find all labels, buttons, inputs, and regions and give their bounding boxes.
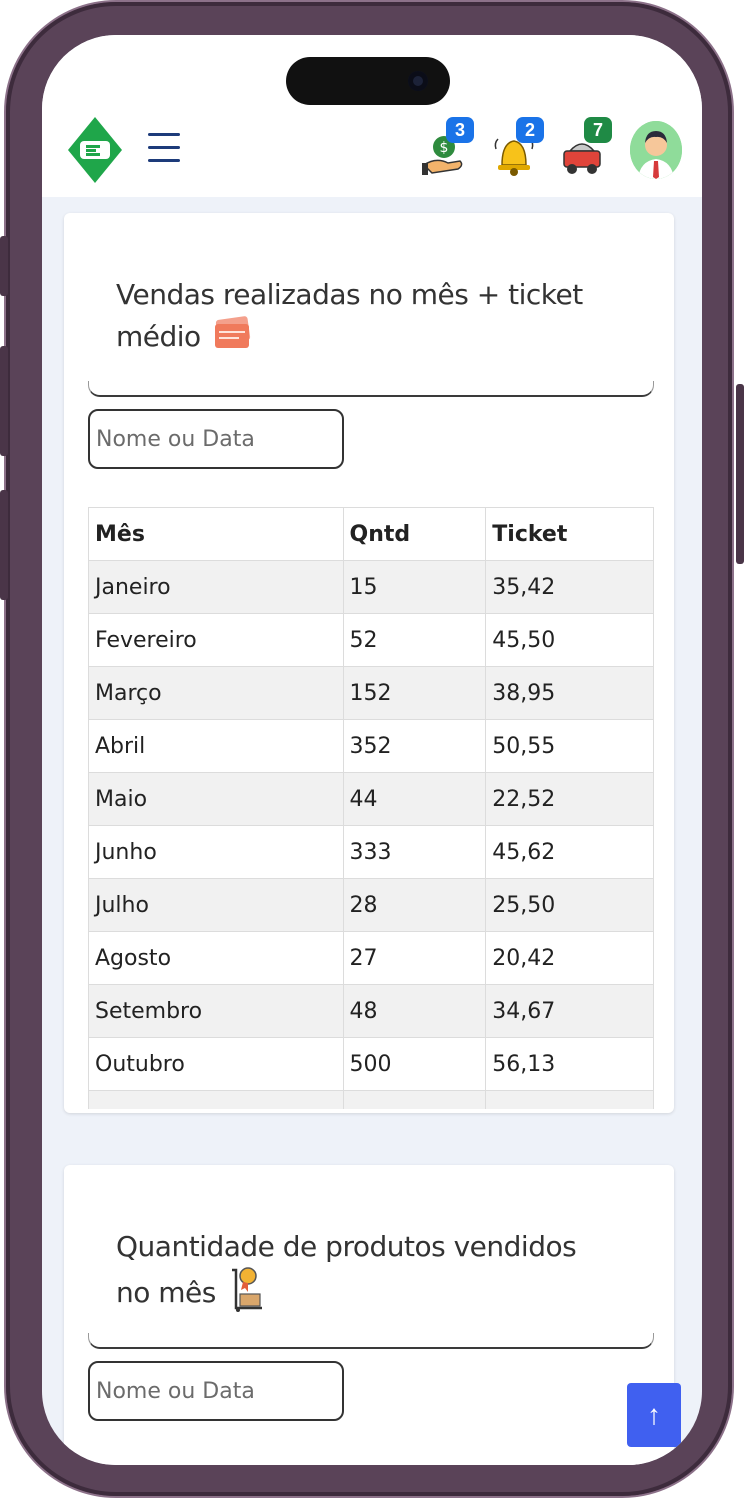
scroll-to-top-button[interactable]: ↑ [627, 1383, 681, 1447]
products-card-title-text: Quantidade de produtos vendidos no mês [116, 1230, 577, 1309]
table-row: Abril 352 50,55 [88, 719, 654, 773]
sales-search-input[interactable] [88, 409, 344, 469]
products-card-title: Quantidade de produtos vendidos no mês [116, 1227, 596, 1322]
cell-ticket: 35,42 [485, 560, 654, 614]
bell-icon[interactable]: 2 [492, 117, 544, 177]
sales-card-title: Vendas realizadas no mês + ticket médio [116, 275, 596, 362]
cell-month: Abril [88, 719, 344, 773]
delivery-badge: 7 [584, 117, 612, 143]
delivery-cart-icon[interactable]: 7 [560, 117, 612, 177]
table-row: Março 152 38,95 [88, 666, 654, 720]
money-badge: 3 [446, 117, 474, 143]
cell-quantity: 500 [342, 1037, 487, 1091]
cell-quantity: 352 [342, 719, 487, 773]
cell-month: Março [88, 666, 344, 720]
table-row: Outubro 500 56,13 [88, 1037, 654, 1091]
silent-switch [0, 236, 8, 296]
volume-up-button [0, 346, 8, 456]
table-row: Julho 28 25,50 [88, 878, 654, 932]
table-row: Agosto 27 20,42 [88, 931, 654, 985]
money-hand-icon[interactable]: $ 3 [422, 117, 474, 177]
logo-icon[interactable] [66, 115, 124, 185]
cell-ticket: 56,13 [485, 1037, 654, 1091]
sales-table-header: Mês Qntd Ticket [88, 507, 654, 561]
cell-ticket: 38,95 [485, 666, 654, 720]
cell-quantity: 52 [342, 613, 487, 667]
cell-ticket: 20,42 [485, 931, 654, 985]
ticket-icon [213, 314, 253, 362]
cell-ticket: 45,50 [485, 613, 654, 667]
cell-ticket: 22,52 [485, 772, 654, 826]
camera-icon [408, 71, 428, 91]
arrow-up-icon: ↑ [647, 1399, 661, 1430]
sales-card-title-text: Vendas realizadas no mês + ticket médio [116, 278, 583, 353]
sales-card: Vendas realizadas no mês + ticket médio … [64, 213, 674, 1113]
dynamic-island [286, 57, 450, 105]
products-search-input[interactable] [88, 1361, 344, 1421]
cell-month: Janeiro [88, 560, 344, 614]
volume-down-button [0, 490, 8, 600]
sales-table: Mês Qntd Ticket Janeiro 15 35,42 Feverei… [88, 507, 654, 1109]
table-row: Junho 333 45,62 [88, 825, 654, 879]
products-card-divider [88, 1333, 654, 1349]
svg-text:$: $ [440, 140, 449, 156]
table-row: Janeiro 15 35,42 [88, 560, 654, 614]
cell-ticket: 45,62 [485, 825, 654, 879]
products-card: Quantidade de produtos vendidos no mês [64, 1165, 674, 1465]
power-button [736, 384, 744, 564]
phone-screen: $ 3 2 7 Vendas realizadas no mês + ticke… [42, 35, 702, 1465]
table-row: Setembro 48 34,67 [88, 984, 654, 1038]
cell-month: Fevereiro [88, 613, 344, 667]
table-row-partial [88, 1090, 654, 1109]
sales-card-divider [88, 381, 654, 397]
cell-ticket: 34,67 [485, 984, 654, 1038]
cell-quantity: 27 [342, 931, 487, 985]
column-header-quantity[interactable]: Qntd [342, 507, 487, 561]
cell-month: Agosto [88, 931, 344, 985]
cell-quantity: 48 [342, 984, 487, 1038]
column-header-month[interactable]: Mês [88, 507, 344, 561]
cell-month: Outubro [88, 1037, 344, 1091]
cell-ticket: 50,55 [485, 719, 654, 773]
cell-month: Julho [88, 878, 344, 932]
sales-table-container[interactable]: Mês Qntd Ticket Janeiro 15 35,42 Feverei… [88, 507, 654, 1109]
cell-month: Junho [88, 825, 344, 879]
user-avatar-icon[interactable] [630, 121, 682, 179]
award-dolly-icon [228, 1266, 264, 1322]
bell-badge: 2 [516, 117, 544, 143]
cell-quantity: 15 [342, 560, 487, 614]
table-row: Fevereiro 52 45,50 [88, 613, 654, 667]
cell-ticket: 25,50 [485, 878, 654, 932]
cell-quantity: 28 [342, 878, 487, 932]
hamburger-menu-icon[interactable] [148, 133, 180, 167]
cell-quantity: 333 [342, 825, 487, 879]
cell-month: Maio [88, 772, 344, 826]
cell-quantity: 152 [342, 666, 487, 720]
table-row: Maio 44 22,52 [88, 772, 654, 826]
column-header-ticket[interactable]: Ticket [485, 507, 654, 561]
cell-month: Setembro [88, 984, 344, 1038]
cell-quantity: 44 [342, 772, 487, 826]
